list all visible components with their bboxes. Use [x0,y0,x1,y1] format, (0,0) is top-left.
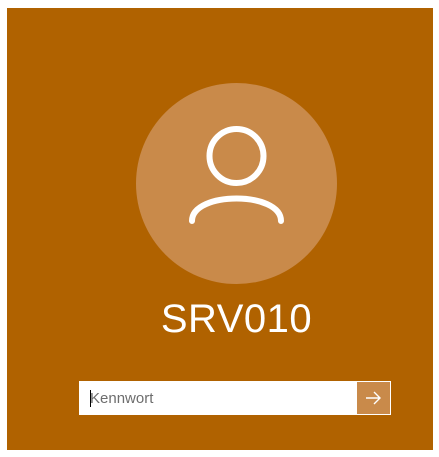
submit-button[interactable] [357,382,390,414]
username-label: SRV010 [160,297,313,341]
text-caret [90,390,91,407]
password-field-container [79,381,391,415]
user-silhouette-icon [189,126,284,224]
password-input[interactable] [80,382,357,414]
lock-screen: SRV010 [7,8,433,450]
arrow-right-icon [366,391,381,405]
user-avatar [136,83,337,284]
